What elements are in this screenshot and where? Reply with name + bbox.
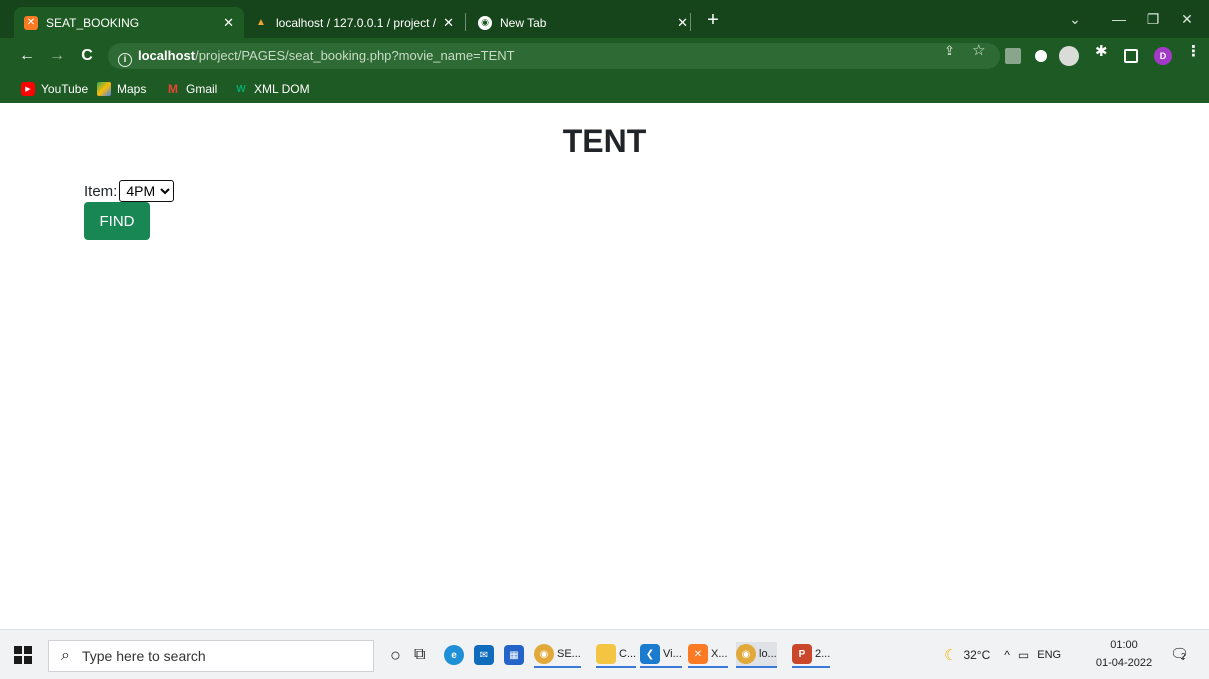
close-icon[interactable]: ✕: [443, 15, 454, 31]
bookmarks-bar: ▶ YouTube Maps M Gmail W XML DOM: [0, 74, 1209, 103]
browser-toolbar: ← → C i localhost/project/PAGES/seat_book…: [0, 38, 1209, 74]
bookmark-label: Gmail: [186, 82, 218, 96]
tab-title: New Tab: [500, 15, 547, 30]
tab-divider: [690, 13, 691, 31]
close-icon[interactable]: ✕: [223, 15, 234, 31]
file-explorer-icon: [596, 644, 616, 664]
extension-icon[interactable]: [1059, 46, 1079, 66]
taskbar-search[interactable]: ⌕ Type here to search: [48, 640, 374, 672]
find-button[interactable]: FIND: [84, 202, 150, 240]
vscode-icon: ❮: [640, 644, 660, 664]
info-icon[interactable]: i: [118, 53, 132, 67]
weather-temp: 32°C: [963, 648, 991, 662]
minimize-button[interactable]: —: [1102, 8, 1136, 30]
taskbar-app-label: X...: [711, 648, 728, 660]
maps-icon: [97, 82, 111, 96]
xampp-icon: ✕: [688, 644, 708, 664]
taskbar-app-explorer[interactable]: C...: [596, 642, 637, 668]
notification-count: 2: [1181, 652, 1186, 661]
restore-button[interactable]: ❐: [1136, 8, 1170, 30]
reload-button[interactable]: C: [76, 45, 98, 67]
tab-divider: [465, 13, 466, 31]
showtime-form-row: Item: 4PM: [84, 180, 175, 202]
movie-title: TENT: [562, 123, 647, 159]
w3schools-icon: W: [236, 83, 246, 95]
taskbar-edge[interactable]: e: [444, 642, 467, 668]
powerpoint-icon: P: [792, 644, 812, 664]
weather-widget[interactable]: ☾ 32°C ^ ▭ ENG: [944, 646, 1061, 664]
bookmark-xml-dom[interactable]: W XML DOM: [234, 79, 310, 99]
cortana-icon[interactable]: ○: [390, 642, 401, 668]
taskbar-mail[interactable]: ✉: [474, 642, 497, 668]
taskbar-app-label: 2...: [815, 648, 831, 660]
url-path: /project/PAGES/seat_booking.php?movie_na…: [195, 48, 515, 63]
taskbar-app-powerpoint[interactable]: P 2...: [792, 642, 831, 668]
taskbar-app-chrome[interactable]: ◉ SE...: [534, 642, 581, 668]
new-tab-button[interactable]: +: [700, 8, 726, 34]
showtime-select[interactable]: 4PM: [119, 180, 175, 202]
bookmark-label: YouTube: [41, 82, 89, 96]
tab-new-tab[interactable]: ◉ New Tab ✕: [468, 7, 698, 38]
windows-start-icon[interactable]: [14, 646, 32, 664]
tab-seat-booking[interactable]: ✕ SEAT_BOOKING ✕: [14, 7, 244, 38]
notification-center-icon[interactable]: 🗨 2: [1170, 645, 1190, 665]
close-icon[interactable]: ✕: [677, 15, 688, 31]
tab-title: SEAT_BOOKING: [46, 15, 140, 30]
battery-icon[interactable]: ▭: [1018, 648, 1029, 662]
mail-icon: ✉: [474, 645, 494, 665]
kebab-menu-icon[interactable]: ⋮: [1186, 42, 1201, 60]
taskbar-app-vscode[interactable]: ❮ Vi...: [640, 642, 682, 668]
gmail-icon: M: [168, 82, 178, 96]
taskbar-app-chrome-2[interactable]: ◉ lo...: [736, 642, 777, 668]
item-label: Item:: [84, 182, 118, 200]
taskbar-app-label: Vi...: [663, 648, 682, 660]
tab-strip: ✕ SEAT_BOOKING ✕ ▲ localhost / 127.0.0.1…: [0, 0, 1209, 38]
bookmark-gmail[interactable]: M Gmail: [166, 79, 217, 99]
system-clock[interactable]: 01:00 01-04-2022: [1094, 636, 1154, 672]
extension-icon[interactable]: [1005, 48, 1021, 64]
moon-icon: ☾: [944, 647, 958, 664]
taskbar-app-label: C...: [619, 648, 637, 660]
task-view-icon[interactable]: ⧉: [414, 642, 425, 668]
chevron-up-icon[interactable]: ^: [1004, 648, 1010, 662]
windows-taskbar: ⌕ Type here to search ○ ⧉ e ✉ ▦ ◉ SE... …: [0, 629, 1209, 679]
bookmark-maps[interactable]: Maps: [97, 79, 146, 99]
extension-icon[interactable]: [1035, 50, 1047, 62]
edge-icon: e: [444, 645, 464, 665]
xampp-icon: ✕: [24, 15, 38, 30]
taskbar-app-label: SE...: [557, 648, 581, 660]
bookmark-label: XML DOM: [254, 82, 310, 96]
profile-avatar[interactable]: D: [1154, 47, 1172, 65]
globe-icon: ◉: [478, 15, 492, 30]
taskbar-app-label: lo...: [759, 648, 777, 660]
address-bar[interactable]: i localhost/project/PAGES/seat_booking.ph…: [108, 43, 1000, 69]
youtube-icon: ▶: [21, 82, 35, 96]
share-icon[interactable]: ⇪: [944, 43, 955, 59]
back-button[interactable]: ←: [16, 45, 38, 67]
bookmark-star-icon[interactable]: ☆: [972, 41, 985, 59]
language-indicator[interactable]: ENG: [1037, 649, 1061, 661]
tab-title: localhost / 127.0.0.1 / project / ro: [276, 15, 438, 30]
tab-phpmyadmin[interactable]: ▲ localhost / 127.0.0.1 / project / ro ✕: [244, 7, 464, 38]
taskbar-store[interactable]: ▦: [504, 642, 527, 668]
store-icon: ▦: [504, 645, 524, 665]
browser-chrome: ✕ SEAT_BOOKING ✕ ▲ localhost / 127.0.0.1…: [0, 0, 1209, 103]
bookmark-youtube[interactable]: ▶ YouTube: [21, 79, 88, 99]
clock-time: 01:00: [1110, 639, 1138, 651]
forward-button[interactable]: →: [46, 45, 68, 67]
search-icon: ⌕: [61, 647, 70, 664]
bookmark-label: Maps: [117, 82, 147, 96]
search-placeholder: Type here to search: [81, 648, 206, 664]
page-content: TENT Item: 4PM FIND: [0, 103, 1209, 629]
taskbar-app-xampp[interactable]: ✕ X...: [688, 642, 728, 668]
clock-date: 01-04-2022: [1095, 657, 1153, 669]
side-panel-icon[interactable]: [1124, 49, 1138, 63]
close-window-button[interactable]: ✕: [1170, 8, 1204, 30]
chrome-icon: ◉: [736, 644, 756, 664]
tab-search-chevron-icon[interactable]: ⌄: [1058, 8, 1092, 30]
extensions-puzzle-icon[interactable]: ✱: [1095, 42, 1108, 60]
url-host: localhost: [138, 48, 196, 63]
phpmyadmin-icon: ▲: [256, 17, 266, 28]
chrome-icon: ◉: [534, 644, 554, 664]
